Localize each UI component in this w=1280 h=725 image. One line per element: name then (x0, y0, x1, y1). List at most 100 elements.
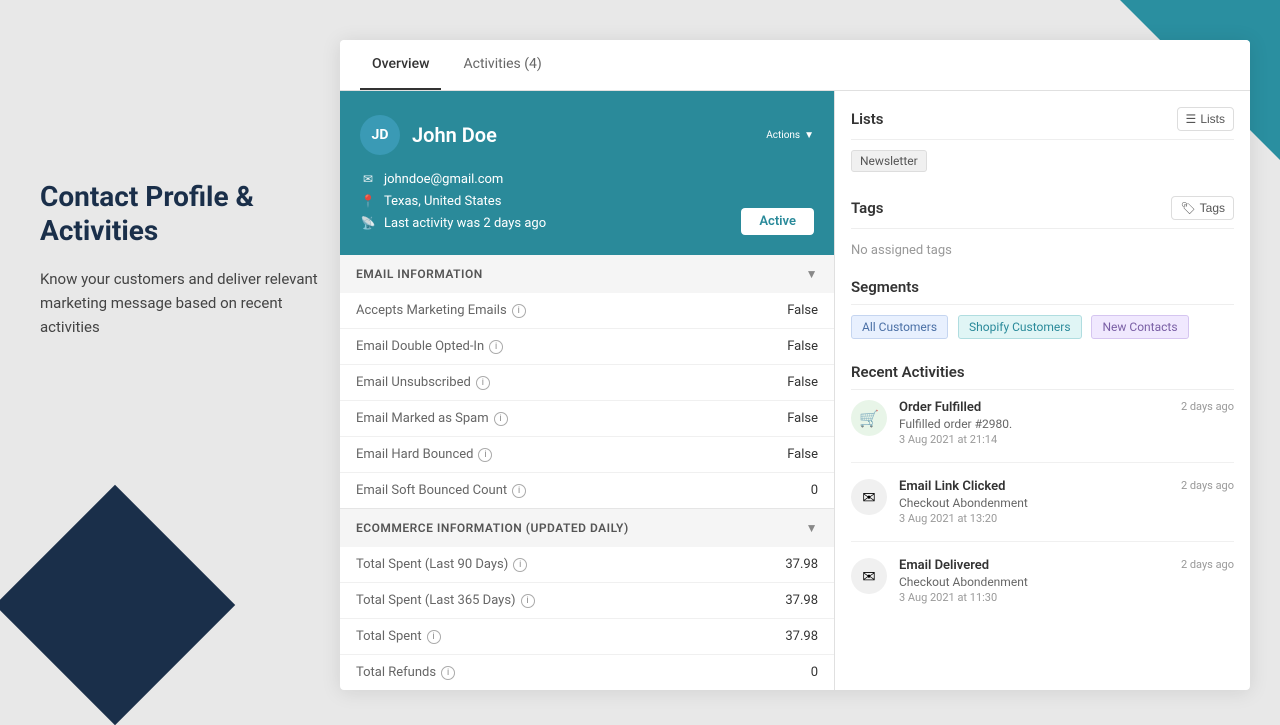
tags-title: Tags (851, 199, 884, 217)
ecommerce-section-title: ECOMMERCE INFORMATION (UPDATED DAILY) (356, 521, 629, 535)
profile-location: Texas, United States (384, 194, 501, 209)
segment-tag[interactable]: All Customers (851, 315, 948, 339)
profile-name: John Doe (412, 123, 497, 147)
email-icon: ✉ (360, 171, 376, 187)
email-information-section: EMAIL INFORMATION ▼ Accepts Marketing Em… (340, 255, 834, 509)
segment-tag[interactable]: New Contacts (1091, 315, 1188, 339)
field-value: 0 (811, 665, 818, 680)
profile-top-row: JD John Doe Actions ▼ (360, 115, 814, 155)
tab-overview[interactable]: Overview (360, 40, 441, 90)
tabs-bar: Overview Activities (4) (340, 40, 1250, 91)
activity-item: ✉ Email Delivered 2 days ago Checkout Ab… (851, 558, 1234, 620)
info-icon: i (476, 376, 490, 390)
activity-date: 3 Aug 2021 at 21:14 (899, 433, 1234, 446)
lists-section: Lists ☰ Lists Newsletter (851, 107, 1234, 176)
field-row: Total Spent (Last 365 Days) i 37.98 (340, 583, 834, 619)
right-column: Lists ☰ Lists Newsletter Tags 🏷 Tags (835, 91, 1250, 690)
activity-desc: Checkout Abondenment (899, 575, 1234, 589)
profile-name-row: JD John Doe (360, 115, 497, 155)
ecommerce-section-header[interactable]: ECOMMERCE INFORMATION (UPDATED DAILY) ▼ (340, 509, 834, 547)
activity-order-icon: 🛒 (851, 400, 887, 436)
field-label: Total Spent (Last 90 Days) i (356, 557, 527, 572)
field-label: Accepts Marketing Emails i (356, 303, 526, 318)
activity-desc: Fulfilled order #2980. (899, 417, 1234, 431)
activity-email-icon: ✉ (851, 558, 887, 594)
info-icon: i (512, 304, 526, 318)
left-column: JD John Doe Actions ▼ ✉ johndoe@gmail.co… (340, 91, 835, 690)
info-icon: i (513, 558, 527, 572)
field-row: Total Refunds i 0 (340, 655, 834, 690)
segments-section: Segments All Customers Shopify Customers… (851, 278, 1234, 343)
activity-body: Order Fulfilled 2 days ago Fulfilled ord… (899, 400, 1234, 446)
activity-time: 2 days ago (1181, 400, 1234, 413)
profile-header: JD John Doe Actions ▼ ✉ johndoe@gmail.co… (340, 91, 834, 255)
main-container: Overview Activities (4) JD John Doe Acti… (340, 40, 1250, 690)
activity-email-icon: ✉ (851, 479, 887, 515)
field-value: False (787, 447, 818, 462)
activity-header: Email Link Clicked 2 days ago (899, 479, 1234, 496)
field-row: Email Double Opted-In i False (340, 329, 834, 365)
activity-body: Email Delivered 2 days ago Checkout Abon… (899, 558, 1234, 604)
segment-tag[interactable]: Shopify Customers (958, 315, 1081, 339)
activity-icon: 📡 (360, 215, 376, 231)
left-panel-heading: Contact Profile & Activities (40, 180, 320, 247)
info-icon: i (494, 412, 508, 426)
tag-icon: 🏷 (1180, 201, 1195, 215)
ecommerce-section-chevron: ▼ (806, 521, 818, 535)
field-row: Total Spent (Last 90 Days) i 37.98 (340, 547, 834, 583)
info-icon: i (512, 484, 526, 498)
activity-date: 3 Aug 2021 at 11:30 (899, 591, 1234, 604)
avatar: JD (360, 115, 400, 155)
activity-time: 2 days ago (1181, 558, 1234, 571)
field-row: Email Hard Bounced i False (340, 437, 834, 473)
tab-activities[interactable]: Activities (4) (451, 40, 553, 90)
no-tags-text: No assigned tags (851, 243, 952, 258)
field-value: False (787, 339, 818, 354)
recent-activities-section: Recent Activities 🛒 Order Fulfilled 2 da… (851, 363, 1234, 620)
activity-title: Email Link Clicked (899, 479, 1005, 494)
profile-last-activity: Last activity was 2 days ago (384, 216, 546, 231)
activity-item: 🛒 Order Fulfilled 2 days ago Fulfilled o… (851, 400, 1234, 463)
field-label: Email Soft Bounced Count i (356, 483, 526, 498)
email-section-body: Accepts Marketing Emails i False Email D… (340, 293, 834, 508)
field-row: Email Marked as Spam i False (340, 401, 834, 437)
ecommerce-section-body: Total Spent (Last 90 Days) i 37.98 Total… (340, 547, 834, 690)
email-section-title: EMAIL INFORMATION (356, 267, 483, 281)
field-label: Email Unsubscribed i (356, 375, 490, 390)
field-value: 0 (811, 483, 818, 498)
field-value: False (787, 375, 818, 390)
profile-email: johndoe@gmail.com (384, 172, 503, 187)
left-panel-description: Know your customers and deliver relevant… (40, 267, 320, 339)
info-icon: i (489, 340, 503, 354)
activity-title: Order Fulfilled (899, 400, 981, 415)
activity-title: Email Delivered (899, 558, 989, 573)
lists-button[interactable]: ☰ Lists (1177, 107, 1234, 131)
actions-button[interactable]: Actions ▼ (766, 130, 814, 141)
deco-bottom-left-shape (0, 485, 235, 725)
field-value: 37.98 (785, 557, 818, 572)
list-icon: ☰ (1186, 112, 1197, 126)
ecommerce-information-section: ECOMMERCE INFORMATION (UPDATED DAILY) ▼ … (340, 509, 834, 690)
field-value: False (787, 303, 818, 318)
activity-date: 3 Aug 2021 at 13:20 (899, 512, 1234, 525)
field-row: Email Soft Bounced Count i 0 (340, 473, 834, 508)
field-value: 37.98 (785, 593, 818, 608)
field-label: Total Refunds i (356, 665, 455, 680)
recent-activities-header: Recent Activities (851, 363, 1234, 390)
location-icon: 📍 (360, 193, 376, 209)
field-label: Email Hard Bounced i (356, 447, 492, 462)
field-label: Total Spent i (356, 629, 441, 644)
list-item[interactable]: Newsletter (851, 150, 927, 172)
segments-section-header: Segments (851, 278, 1234, 305)
activity-header: Email Delivered 2 days ago (899, 558, 1234, 575)
tags-empty: No assigned tags (851, 239, 1234, 258)
field-value: 37.98 (785, 629, 818, 644)
email-section-header[interactable]: EMAIL INFORMATION ▼ (340, 255, 834, 293)
activity-time: 2 days ago (1181, 479, 1234, 492)
field-row: Email Unsubscribed i False (340, 365, 834, 401)
field-label: Email Double Opted-In i (356, 339, 503, 354)
active-status-badge[interactable]: Active (741, 208, 814, 235)
tags-button[interactable]: 🏷 Tags (1171, 196, 1234, 220)
info-icon: i (427, 630, 441, 644)
info-icon: i (478, 448, 492, 462)
